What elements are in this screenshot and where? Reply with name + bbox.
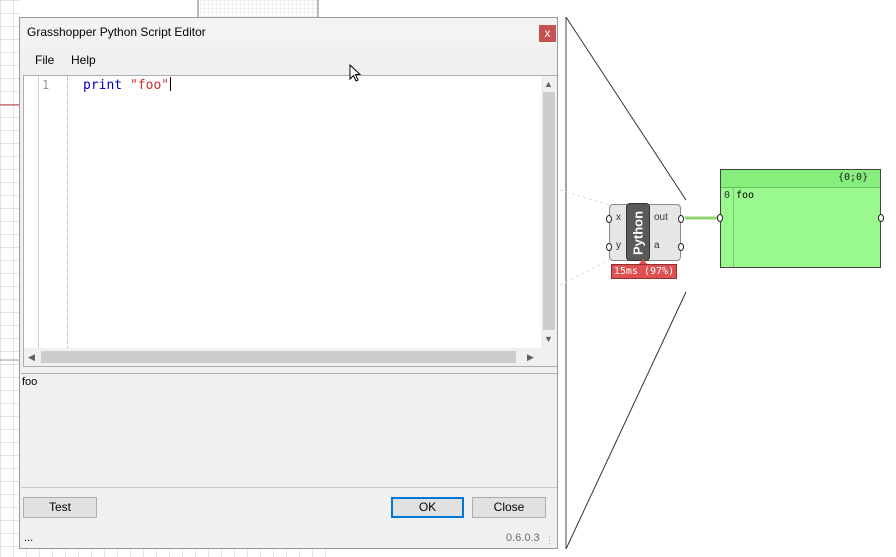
resize-grip-icon[interactable]: ⋮⋮ (545, 535, 562, 546)
python-core[interactable]: Python (626, 203, 650, 261)
mouse-pointer-icon (349, 64, 362, 82)
output-panel[interactable]: {0;0} 0 foo (717, 169, 884, 268)
version-label: 0.6.0.3 (506, 532, 540, 544)
output-console[interactable]: foo (21, 373, 557, 488)
panel-path: {0;0} (838, 172, 869, 183)
code-line[interactable]: print "foo" (83, 77, 172, 93)
fold-margin (67, 76, 68, 348)
vertical-scroll-thumb[interactable] (543, 92, 555, 330)
timing-badge: 15ms (97%) (611, 264, 677, 279)
panel-index-divider (733, 187, 734, 267)
component-name: Python (630, 210, 646, 256)
scroll-down-icon[interactable]: ▼ (544, 334, 553, 344)
input-grip-y[interactable] (606, 243, 612, 251)
horizontal-scrollbar[interactable]: ◀ ▶ (24, 348, 541, 366)
panel-item-value: foo (736, 190, 755, 201)
window-title: Grasshopper Python Script Editor (27, 25, 206, 39)
input-grip-x[interactable] (606, 215, 612, 223)
horizontal-scroll-thumb[interactable] (41, 351, 516, 363)
close-window-button[interactable]: x (539, 25, 556, 42)
output-grip-out[interactable] (678, 215, 684, 223)
status-bar: ... 0.6.0.3 ⋮⋮ (20, 527, 562, 548)
output-grip-a[interactable] (678, 243, 684, 251)
panel-output-grip[interactable] (878, 214, 884, 222)
output-text: foo (22, 376, 38, 388)
code-string: "foo" (129, 78, 170, 93)
scroll-left-icon[interactable]: ◀ (28, 352, 35, 362)
test-button[interactable]: Test (23, 497, 97, 518)
python-component[interactable]: x y Python out a (606, 203, 684, 261)
code-editor[interactable]: 1 print "foo" ▲ ▼ ◀ ▶ (23, 75, 557, 367)
gutter-border (38, 76, 39, 348)
output-label-out: out (654, 212, 668, 223)
script-editor-window: Grasshopper Python Script Editor x File … (19, 17, 562, 549)
scroll-up-icon[interactable]: ▲ (544, 79, 553, 89)
output-label-a: a (654, 240, 660, 251)
panel-input-grip[interactable] (717, 214, 723, 222)
vertical-scrollbar[interactable]: ▲ ▼ (541, 76, 557, 348)
panel-item-index: 0 (724, 190, 731, 201)
line-number: 1 (42, 78, 50, 92)
title-bar[interactable]: Grasshopper Python Script Editor x (20, 18, 557, 47)
scroll-right-icon[interactable]: ▶ (527, 352, 534, 362)
ok-button[interactable]: OK (391, 497, 464, 518)
menu-help[interactable]: Help (71, 53, 96, 67)
menu-bar: File Help (20, 48, 557, 70)
menu-file[interactable]: File (35, 53, 54, 67)
input-label-x: x (616, 212, 621, 223)
status-text: ... (24, 532, 34, 544)
scroll-corner (541, 348, 557, 366)
input-label-y: y (616, 240, 621, 251)
code-keyword: print (83, 78, 123, 93)
text-caret (170, 77, 172, 91)
close-button[interactable]: Close (472, 497, 546, 518)
panel-header: {0;0} (721, 170, 880, 188)
